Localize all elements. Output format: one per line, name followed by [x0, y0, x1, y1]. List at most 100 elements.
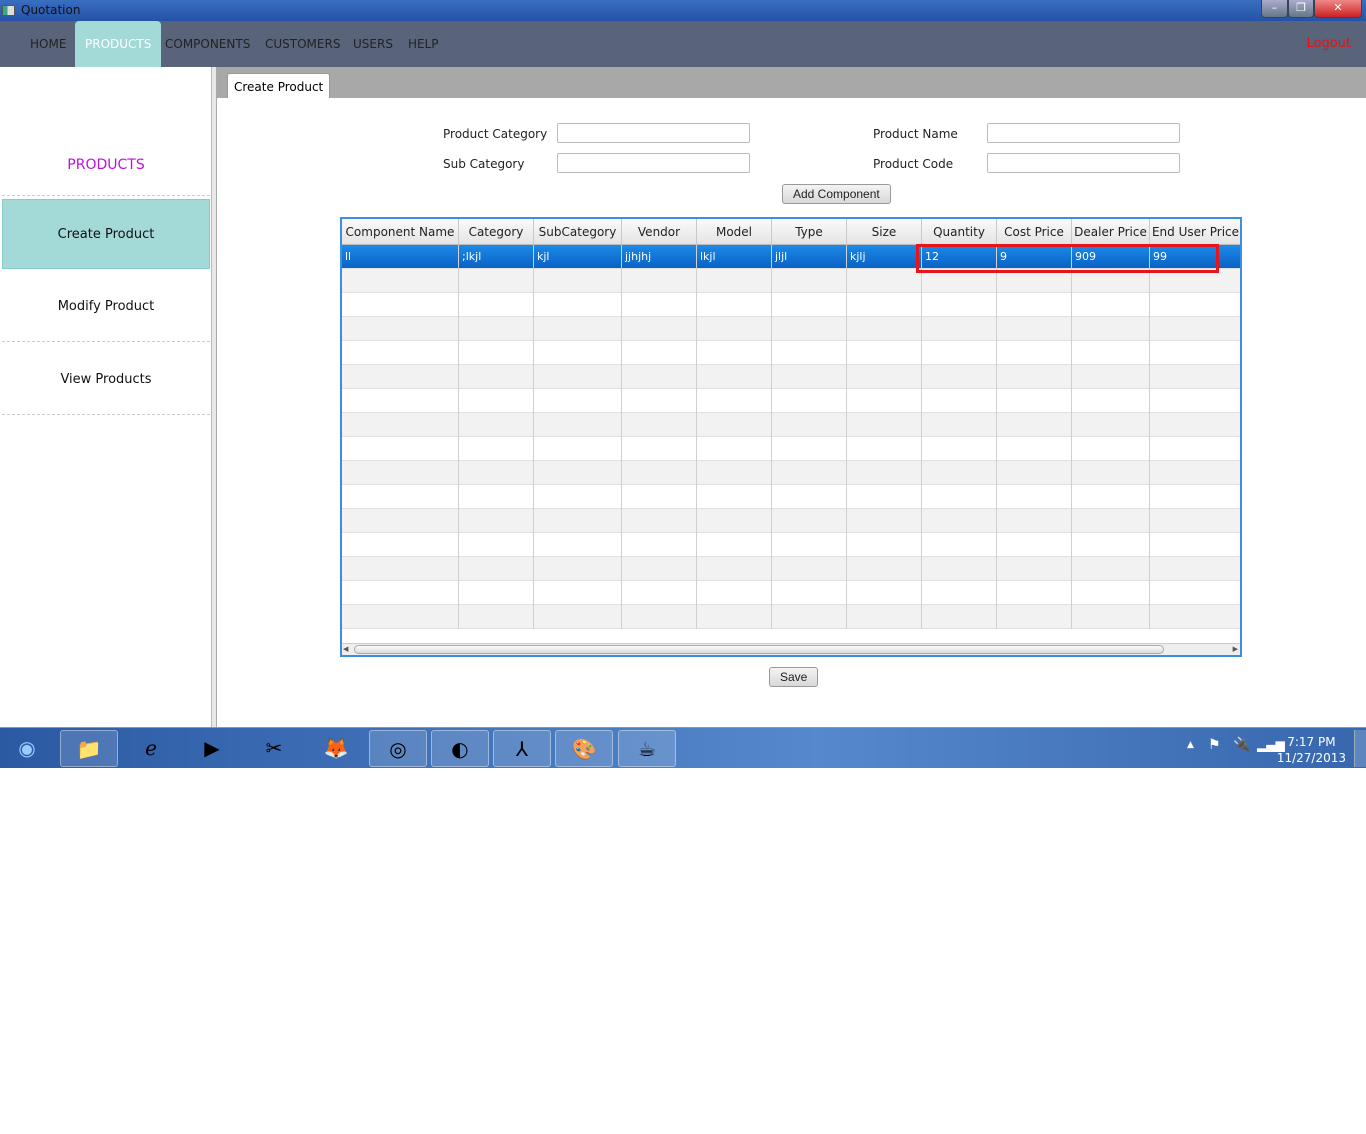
- sidebar-item-modify-product[interactable]: Modify Product: [2, 272, 210, 342]
- table-cell[interactable]: [772, 557, 847, 581]
- minimize-button[interactable]: –: [1261, 0, 1288, 18]
- table-cell[interactable]: [997, 365, 1072, 389]
- table-cell[interactable]: [534, 509, 622, 533]
- column-header[interactable]: End User Price: [1150, 219, 1240, 245]
- table-cell[interactable]: [997, 461, 1072, 485]
- table-cell[interactable]: [697, 485, 772, 509]
- table-cell[interactable]: [997, 389, 1072, 413]
- table-cell[interactable]: [622, 509, 697, 533]
- close-button[interactable]: ✕: [1314, 0, 1362, 18]
- table-cell[interactable]: [622, 389, 697, 413]
- table-cell[interactable]: [847, 581, 922, 605]
- table-cell[interactable]: [697, 509, 772, 533]
- table-cell[interactable]: [342, 365, 459, 389]
- table-cell[interactable]: [1150, 533, 1240, 557]
- table-cell[interactable]: [847, 389, 922, 413]
- table-cell[interactable]: [847, 533, 922, 557]
- table-cell[interactable]: [772, 533, 847, 557]
- table-cell[interactable]: [342, 533, 459, 557]
- table-cell[interactable]: [622, 581, 697, 605]
- table-cell[interactable]: [342, 317, 459, 341]
- table-cell[interactable]: [697, 293, 772, 317]
- table-cell[interactable]: kjlj: [847, 245, 922, 269]
- scroll-right-icon[interactable]: ▶: [1233, 645, 1238, 653]
- table-cell[interactable]: [697, 341, 772, 365]
- table-cell[interactable]: [697, 317, 772, 341]
- table-cell[interactable]: [459, 605, 534, 629]
- table-cell[interactable]: [534, 533, 622, 557]
- table-cell[interactable]: [1150, 437, 1240, 461]
- table-cell[interactable]: [459, 557, 534, 581]
- table-cell[interactable]: [847, 509, 922, 533]
- table-cell[interactable]: [342, 341, 459, 365]
- table-cell[interactable]: [622, 461, 697, 485]
- table-cell[interactable]: [459, 341, 534, 365]
- tools-icon[interactable]: ✂: [245, 730, 303, 767]
- empty-table-row[interactable]: [342, 461, 1240, 485]
- table-cell[interactable]: [697, 605, 772, 629]
- table-cell[interactable]: jljl: [772, 245, 847, 269]
- table-cell[interactable]: [772, 317, 847, 341]
- table-cell[interactable]: [1072, 533, 1150, 557]
- table-cell[interactable]: [1150, 581, 1240, 605]
- table-cell[interactable]: [1150, 389, 1240, 413]
- table-cell[interactable]: [534, 437, 622, 461]
- table-cell[interactable]: [459, 293, 534, 317]
- show-hidden-icons[interactable]: ▲: [1187, 740, 1194, 750]
- nav-products[interactable]: PRODUCTS: [75, 21, 162, 67]
- scroll-left-icon[interactable]: ◀: [343, 645, 348, 653]
- nav-home[interactable]: HOME: [20, 21, 76, 67]
- table-cell[interactable]: [847, 605, 922, 629]
- table-cell[interactable]: [534, 317, 622, 341]
- column-header[interactable]: Size: [847, 219, 922, 245]
- table-cell[interactable]: [1072, 437, 1150, 461]
- power-icon[interactable]: 🔌: [1233, 737, 1250, 753]
- column-header[interactable]: Dealer Price: [1072, 219, 1150, 245]
- table-cell[interactable]: [847, 365, 922, 389]
- product-code-input[interactable]: [987, 153, 1180, 173]
- table-cell[interactable]: [459, 269, 534, 293]
- table-cell[interactable]: [997, 413, 1072, 437]
- table-cell[interactable]: [997, 485, 1072, 509]
- table-cell[interactable]: [1150, 365, 1240, 389]
- table-cell[interactable]: [997, 293, 1072, 317]
- paint-icon[interactable]: 🎨: [555, 730, 613, 767]
- empty-table-row[interactable]: [342, 581, 1240, 605]
- table-cell[interactable]: [1150, 485, 1240, 509]
- table-cell[interactable]: [922, 389, 997, 413]
- empty-table-row[interactable]: [342, 557, 1240, 581]
- table-cell[interactable]: [534, 413, 622, 437]
- table-cell[interactable]: [1150, 461, 1240, 485]
- table-cell[interactable]: [622, 485, 697, 509]
- table-cell[interactable]: [847, 269, 922, 293]
- table-cell[interactable]: [534, 605, 622, 629]
- empty-table-row[interactable]: [342, 605, 1240, 629]
- media-player-icon[interactable]: ▶: [183, 730, 241, 767]
- table-cell[interactable]: [922, 485, 997, 509]
- table-cell[interactable]: [697, 413, 772, 437]
- table-cell[interactable]: [772, 581, 847, 605]
- table-cell[interactable]: [997, 605, 1072, 629]
- table-cell[interactable]: [342, 605, 459, 629]
- table-cell[interactable]: [459, 365, 534, 389]
- table-cell[interactable]: [772, 461, 847, 485]
- table-cell[interactable]: [459, 461, 534, 485]
- java-icon[interactable]: ☕: [618, 730, 676, 767]
- table-cell[interactable]: [697, 557, 772, 581]
- nav-users[interactable]: USERS: [343, 21, 403, 67]
- column-header[interactable]: Quantity: [922, 219, 997, 245]
- table-cell[interactable]: [847, 557, 922, 581]
- table-cell[interactable]: [534, 341, 622, 365]
- empty-table-row[interactable]: [342, 389, 1240, 413]
- scrollbar-thumb[interactable]: [354, 645, 1164, 654]
- table-cell[interactable]: [1150, 605, 1240, 629]
- empty-table-row[interactable]: [342, 509, 1240, 533]
- table-cell[interactable]: [534, 293, 622, 317]
- table-cell[interactable]: [622, 533, 697, 557]
- empty-table-row[interactable]: [342, 485, 1240, 509]
- table-cell[interactable]: [1150, 509, 1240, 533]
- system-clock[interactable]: 7:17 PM 11/27/2013: [1277, 734, 1346, 766]
- action-center-flag-icon[interactable]: ⚑: [1208, 737, 1221, 753]
- table-cell[interactable]: [922, 437, 997, 461]
- table-cell[interactable]: [922, 413, 997, 437]
